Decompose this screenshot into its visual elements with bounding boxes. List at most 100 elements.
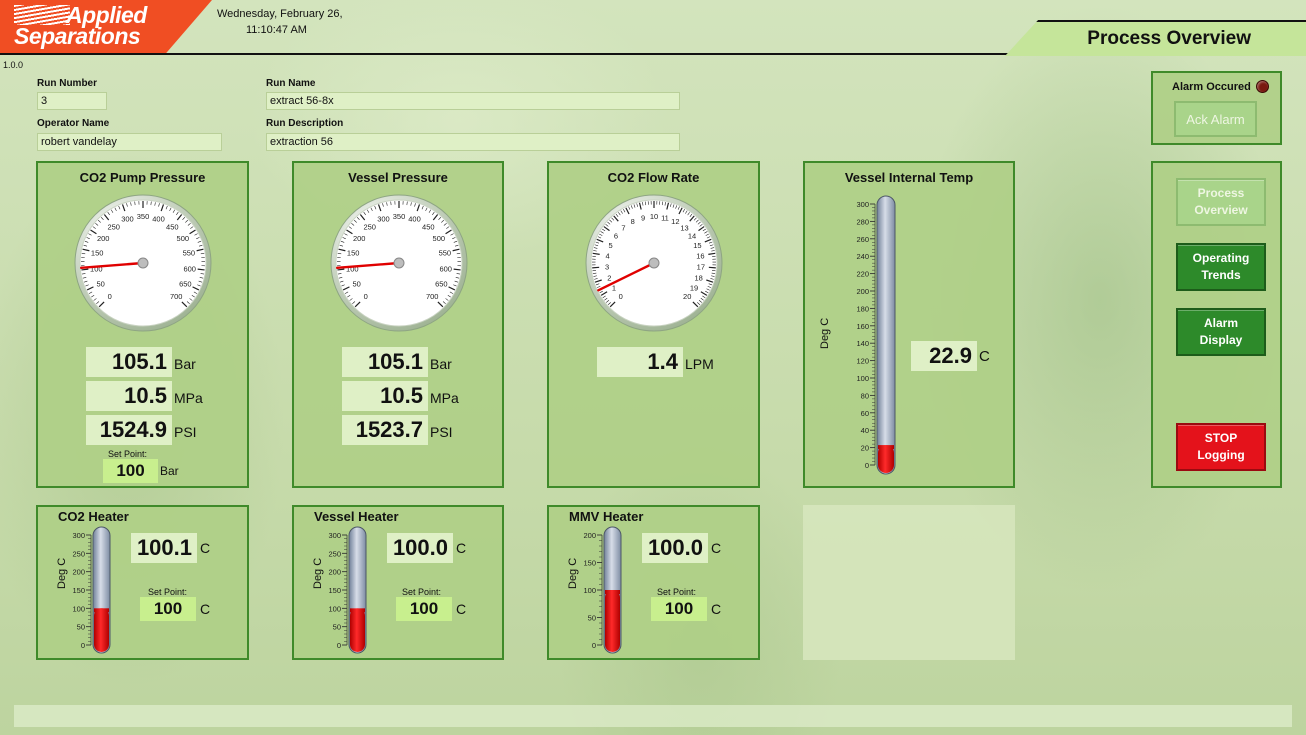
gauge-tick-label: 700 <box>170 292 183 301</box>
panel-title: CO2 Flow Rate <box>607 170 700 185</box>
thermometer-tick-label: 280 <box>856 217 869 226</box>
run-name-label: Run Name <box>266 78 316 89</box>
thermometer-tick-label: 120 <box>856 357 869 366</box>
pump-setpoint-input[interactable]: 100 <box>103 459 158 483</box>
vessel-heater-setpoint-label: Set Point: <box>402 587 442 597</box>
gauge-tick-label: 1 <box>612 284 616 293</box>
stop-logging-button[interactable]: STOP Logging <box>1176 423 1266 471</box>
gauge-tick-label: 700 <box>426 292 439 301</box>
thermometer-tick-label: 50 <box>333 623 341 632</box>
thermometer-tube <box>876 195 896 475</box>
gauge-tick-label: 600 <box>183 264 196 273</box>
thermometer-tick-label: 300 <box>856 200 869 209</box>
gauge-tick-label: 50 <box>96 279 104 288</box>
operator-name-label: Operator Name <box>37 118 110 129</box>
vessel-psi-unit: PSI <box>430 424 453 440</box>
pump-setpoint-unit: Bar <box>160 464 179 478</box>
vessel-heater-setpoint-unit: C <box>456 601 467 617</box>
thermometer-tick-label: 0 <box>81 641 85 650</box>
co2-heater-setpoint-input[interactable]: 100 <box>140 597 196 621</box>
thermometer-tick-label: 200 <box>856 287 869 296</box>
vessel-temp-readout: 22.9 <box>911 341 977 371</box>
gauge-tick-label: 400 <box>152 215 165 224</box>
company-logo: Applied Separations <box>0 0 212 54</box>
vessel-heater-readout: 100.0 <box>387 533 453 563</box>
thermometer-tick-label: 100 <box>328 604 341 613</box>
panel-title: Vessel Pressure <box>348 170 448 185</box>
gauge-tick-label: 450 <box>422 222 435 231</box>
run-number-field[interactable]: 3 <box>37 92 107 110</box>
gauge-tick-label: 16 <box>696 252 704 261</box>
vessel-temp-thermometer: 0 20 40 60 80 100 120 140 160 180 200 220 240 260 280 3… <box>856 195 896 475</box>
gauge-tick-label: 200 <box>97 234 110 243</box>
vessel-heater-unit: C <box>456 540 467 556</box>
stop-logging-label: STOP Logging <box>1197 431 1245 462</box>
gauge-tick-label: 150 <box>91 249 104 258</box>
vessel-internal-temp-panel: Vessel Internal Temp Deg C 0 20 40 60 80 100 1… <box>803 161 1015 488</box>
operator-name-field[interactable]: robert vandelay <box>37 133 222 151</box>
gauge-tick-label: 600 <box>439 264 452 273</box>
co2-heater-setpoint-unit: C <box>200 601 211 617</box>
logo-stripes <box>14 5 70 25</box>
thermometer-tick-label: 60 <box>861 409 869 418</box>
alarm-display-button[interactable]: Alarm Display <box>1176 308 1266 356</box>
run-number-label: Run Number <box>37 78 97 89</box>
vessel-heater-setpoint-input[interactable]: 100 <box>396 597 452 621</box>
run-description-field[interactable]: extraction 56 <box>266 133 680 151</box>
vessel-pressure-panel: Vessel Pressure 0 50 100 150 200 250 300 350 400… <box>292 161 504 488</box>
pump-pressure-gauge: 050100150200250300 350 4004505005506006507… <box>74 194 212 332</box>
gauge-tick-label: 200 <box>353 234 366 243</box>
thermometer-mercury <box>94 608 109 652</box>
gauge-hub <box>393 257 405 269</box>
version-label: 1.0.0 <box>3 60 24 70</box>
gauge-tick-label: 500 <box>433 234 446 243</box>
ack-alarm-button[interactable]: Ack Alarm <box>1174 101 1257 137</box>
temp-axis-title: Deg C <box>819 317 831 349</box>
gauge-tick-label: 350 <box>393 212 406 221</box>
thermometer-tick-label: 50 <box>77 623 85 632</box>
co2-heater-readout: 100.1 <box>131 533 197 563</box>
process-overview-button[interactable]: Process Overview <box>1176 178 1266 226</box>
thermometer-tick-label: 40 <box>861 426 869 435</box>
mmv-heater-unit: C <box>711 540 722 556</box>
gauge-tick-label: 4 <box>605 252 609 261</box>
operating-trends-button[interactable]: Operating Trends <box>1176 243 1266 291</box>
pump-bar-unit: Bar <box>174 356 196 372</box>
thermometer-mercury-top <box>878 445 894 450</box>
gauge-major-tick <box>197 268 205 271</box>
thermometer-tick-label: 300 <box>72 531 85 540</box>
flow-rate-gauge: 012345678 9 10 11 121314151617181920 <box>585 194 723 332</box>
thermometer-tick-label: 200 <box>328 568 341 577</box>
alarm-display-label: Alarm Display <box>1199 316 1243 347</box>
operating-trends-label: Operating Trends <box>1192 251 1250 282</box>
pump-psi-readout: 1524.9 <box>86 415 172 445</box>
gauge-tick-label: 250 <box>363 222 376 231</box>
process-overview-label: Process Overview <box>1194 186 1248 217</box>
gauge-tick-label: 18 <box>695 274 703 283</box>
run-name-field[interactable]: extract 56-8x <box>266 92 680 110</box>
vessel-bar-unit: Bar <box>430 356 452 372</box>
thermometer-tick-label: 20 <box>861 444 869 453</box>
thermometer-tick-label: 150 <box>583 559 596 568</box>
alarm-indicator-led <box>1256 80 1269 93</box>
gauge-tick-label: 7 <box>621 223 625 232</box>
pump-mpa-unit: MPa <box>174 390 203 406</box>
panel-title: Vessel Heater <box>314 509 399 524</box>
thermometer-tick-label: 240 <box>856 252 869 261</box>
thermometer-tick-label: 260 <box>856 235 869 244</box>
alarm-panel: Alarm Occured Ack Alarm <box>1151 71 1282 145</box>
gauge-hub <box>648 257 660 269</box>
empty-panel <box>803 505 1015 660</box>
mmv-heater-setpoint-input[interactable]: 100 <box>651 597 707 621</box>
co2-heater-panel: CO2 Heater Deg C 0 50 100 150 200 250 300 100.… <box>36 505 249 660</box>
thermometer-tick-label: 150 <box>328 586 341 595</box>
thermometer-tick-label: 160 <box>856 322 869 331</box>
panel-title: MMV Heater <box>569 509 644 524</box>
mmv-heater-thermometer: 0 50 100 150 200 <box>583 526 622 654</box>
gauge-tick-label: 650 <box>179 279 192 288</box>
run-description-label: Run Description <box>266 118 344 129</box>
thermometer-tick-label: 50 <box>588 614 596 623</box>
thermometer-tick-label: 250 <box>328 549 341 558</box>
thermometer-tick-label: 150 <box>72 586 85 595</box>
panel-title: CO2 Pump Pressure <box>79 170 206 185</box>
